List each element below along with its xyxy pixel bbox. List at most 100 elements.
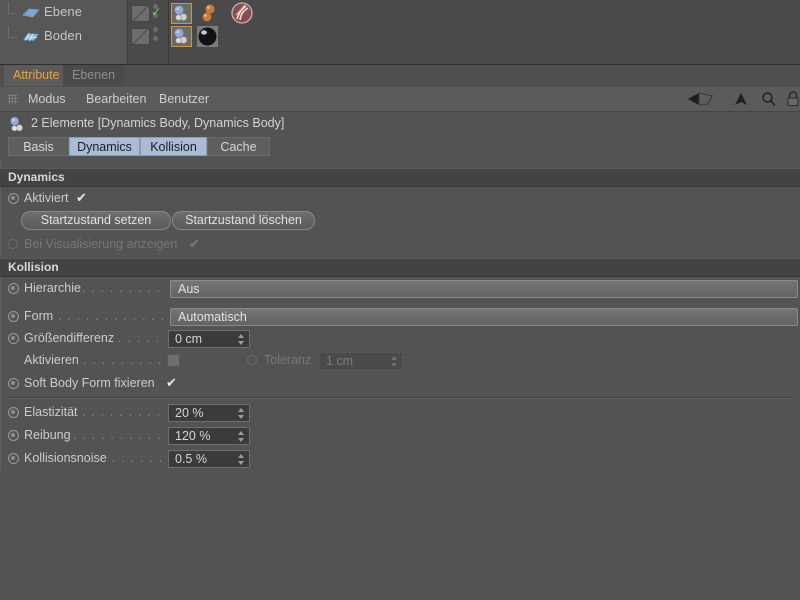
form-value: Automatisch: [178, 310, 247, 324]
toleranz-label: Toleranz: [264, 353, 312, 367]
dot-leader: . . . . . . . .: [118, 331, 166, 345]
sphere-icon: [202, 4, 215, 22]
startzustand-setzen-button[interactable]: Startzustand setzen: [21, 211, 171, 230]
row-form: Form . . . . . . . . . . . . . . . . Aut…: [0, 306, 800, 328]
toleranz-value: 1 cm: [326, 354, 354, 368]
animate-radio-icon[interactable]: [8, 239, 18, 249]
groessendifferenz-label: Größendifferenz: [24, 331, 115, 345]
aktiviert-label: Aktiviert: [24, 191, 69, 205]
animate-radio-icon[interactable]: [8, 407, 19, 418]
dynamics-body-icon: [174, 5, 188, 21]
animate-radio-icon[interactable]: [8, 430, 19, 441]
tab-cache[interactable]: Cache: [207, 137, 270, 156]
toleranz-animate-radio-icon[interactable]: [247, 355, 257, 365]
stepper-icon[interactable]: [238, 430, 245, 443]
elastizitaet-label: Elastizität: [24, 405, 78, 419]
row-softbody-form-fixieren: Soft Body Form fixieren ✔: [0, 373, 800, 395]
up-arrow-icon[interactable]: [733, 91, 749, 107]
elastizitaet-input[interactable]: 20 %: [168, 404, 250, 422]
hierarchie-value: Aus: [178, 282, 200, 296]
stepper-icon[interactable]: [238, 333, 245, 346]
kollisionsnoise-label: Kollisionsnoise: [24, 451, 107, 465]
grip-icon[interactable]: [8, 94, 18, 104]
lock-icon[interactable]: [786, 91, 800, 107]
dot-leader: . . . . . . . . . . . . . . . .: [58, 309, 166, 323]
animate-radio-icon[interactable]: [8, 333, 19, 344]
animate-radio-icon[interactable]: [8, 311, 19, 322]
object-manager-toggle-column: [128, 0, 169, 64]
visualisierung-label: Bei Visualisierung anzeigen: [24, 237, 178, 251]
tab-kollision[interactable]: Kollision: [140, 137, 207, 156]
attribute-object-header: 2 Elemente [Dynamics Body, Dynamics Body…: [0, 112, 800, 136]
section-header-dynamics: Dynamics: [0, 168, 800, 187]
hierarchie-dropdown[interactable]: Aus: [170, 280, 798, 298]
form-label: Form: [24, 309, 54, 323]
panel-empty-area: [0, 470, 800, 600]
object-row-boden[interactable]: Boden: [0, 26, 127, 48]
visibility-dot-editor[interactable]: [153, 27, 158, 32]
tab-ebenen[interactable]: Ebenen: [63, 65, 125, 86]
back-arrow-icon[interactable]: [688, 91, 722, 107]
page-title: 2 Elemente [Dynamics Body, Dynamics Body…: [31, 116, 285, 130]
startzustand-loeschen-button[interactable]: Startzustand löschen: [172, 211, 315, 230]
visualisierung-checkbox[interactable]: ✔: [189, 237, 200, 251]
reibung-value: 120 %: [175, 429, 211, 443]
object-name-label: Boden: [44, 28, 83, 43]
form-dropdown[interactable]: Automatisch: [170, 308, 798, 326]
animate-radio-icon[interactable]: [8, 283, 19, 294]
row-bei-visualisierung-anzeigen: Bei Visualisierung anzeigen ✔: [0, 234, 800, 256]
row-startzustand-buttons: Startzustand setzen Startzustand löschen: [0, 211, 800, 233]
tab-attribute[interactable]: Attribute: [4, 65, 69, 86]
animate-radio-icon[interactable]: [8, 378, 19, 389]
softbody-checkbox[interactable]: ✔: [166, 376, 177, 390]
tab-basis[interactable]: Basis: [8, 137, 69, 156]
animate-radio-icon[interactable]: [8, 453, 19, 464]
layer-swatch-icon[interactable]: [131, 5, 150, 22]
kollisionsnoise-input[interactable]: 0.5 %: [168, 450, 250, 468]
row-reibung: Reibung . . . . . . . . . . . . . . . 12…: [0, 425, 800, 447]
groessendifferenz-input[interactable]: 0 cm: [168, 330, 250, 348]
enabled-check-icon: ✓: [151, 5, 162, 19]
attribute-manager-menu-bar: Modus Bearbeiten Benutzer: [0, 87, 800, 112]
row-hierarchie: Hierarchie . . . . . . . . . . . . Aus: [0, 278, 800, 300]
sphere-tag-a[interactable]: [199, 3, 220, 24]
attribute-sub-tab-bar: Basis Dynamics Kollision Cache: [0, 137, 800, 159]
material-sphere-icon: [197, 26, 218, 47]
aktivieren-checkbox[interactable]: [167, 354, 180, 367]
elastizitaet-value: 20 %: [175, 406, 204, 420]
dynamics-body-tag[interactable]: [171, 3, 192, 24]
layer-swatch-icon[interactable]: [131, 28, 150, 45]
row-aktivieren: Aktivieren . . . . . . . . . . . . . Tol…: [0, 350, 800, 372]
tree-branch-icon: [8, 26, 20, 48]
object-manager-tag-column: ✓: [151, 0, 800, 64]
search-icon[interactable]: [761, 91, 777, 107]
menu-benutzer[interactable]: Benutzer: [153, 90, 215, 108]
aktiviert-checkbox[interactable]: ✔: [76, 191, 87, 205]
menu-modus[interactable]: Modus: [22, 90, 72, 108]
stepper-icon[interactable]: [391, 355, 398, 368]
dot-leader: . . . . . . . . .: [112, 451, 166, 465]
deformer-tag[interactable]: [230, 1, 253, 24]
tree-branch-icon: [8, 2, 20, 24]
reibung-input[interactable]: 120 %: [168, 427, 250, 445]
row-elastizitaet: Elastizität . . . . . . . . . . . . . 20…: [0, 402, 800, 424]
deformer-icon: [231, 2, 253, 24]
row-groessendifferenz: Größendifferenz . . . . . . . . 0 cm: [0, 328, 800, 350]
material-tag[interactable]: [197, 26, 218, 47]
menu-bearbeiten[interactable]: Bearbeiten: [80, 90, 152, 108]
floor-grid-icon: [22, 32, 40, 42]
section-title: Dynamics: [8, 170, 65, 184]
dot-leader: . . . . . . . . . . . . .: [83, 353, 163, 367]
dynamics-body-tag[interactable]: [171, 26, 192, 47]
dot-leader: . . . . . . . . . . . . . . .: [73, 428, 164, 442]
aktivieren-label: Aktivieren: [24, 353, 79, 367]
stepper-icon[interactable]: [238, 407, 245, 420]
dot-leader: . . . . . . . . . . . .: [82, 281, 166, 295]
toleranz-input[interactable]: 1 cm: [319, 352, 403, 370]
visibility-dot-render[interactable]: [153, 36, 158, 41]
stepper-icon[interactable]: [238, 453, 245, 466]
object-row-ebene[interactable]: Ebene: [0, 2, 127, 24]
animate-radio-icon[interactable]: [8, 193, 19, 204]
tab-dynamics[interactable]: Dynamics: [69, 137, 140, 156]
dynamics-body-icon: [174, 28, 188, 44]
